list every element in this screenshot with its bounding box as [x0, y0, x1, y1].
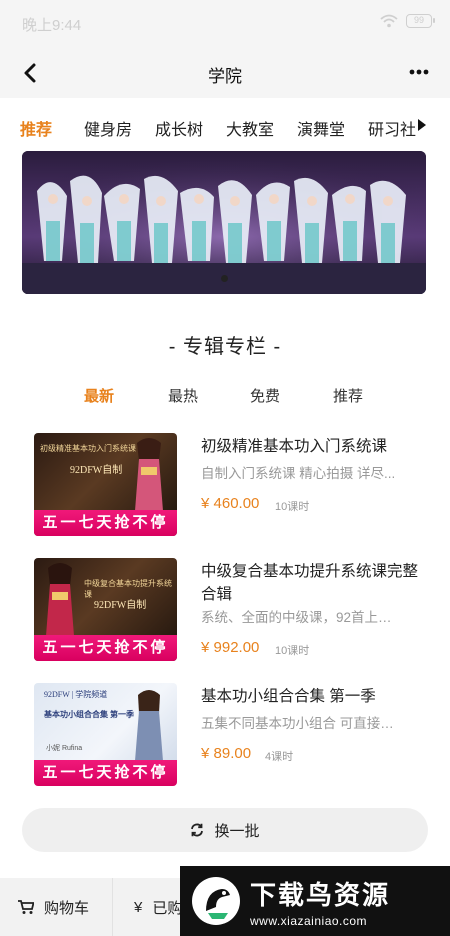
course-thumbnail: 92DFW | 学院频道 基本功小组合合集 第一季 小妮 Rufina 五一七天…	[34, 683, 177, 786]
status-icons: 99	[380, 14, 435, 28]
course-price: ¥ 89.00	[201, 745, 252, 762]
tab-study-club[interactable]: 研习社	[368, 116, 416, 140]
page-title: 学院	[208, 67, 242, 86]
course-title: 中级复合基本功提升系统课完整合辑	[201, 563, 419, 603]
tab-hottest[interactable]: 最热	[168, 385, 198, 406]
category-tabs: 推荐 健身房 成长树 大教室 演舞堂 研习社	[0, 98, 450, 152]
course-item[interactable]: 初级精准基本功入门系统课 92DFW自制 五一七天抢不停 初级精准基本功入门系统…	[34, 433, 434, 537]
section-title: - 专辑专栏 -	[168, 336, 282, 358]
nav-bar: 学院	[0, 48, 450, 98]
tab-gym[interactable]: 健身房	[84, 116, 132, 140]
wifi-icon	[380, 14, 398, 28]
course-description: 系统、全面的中级课，92首上尝...	[201, 610, 401, 625]
cart-icon	[18, 899, 34, 914]
tab-classroom[interactable]: 大教室	[226, 116, 274, 140]
carousel-indicator[interactable]	[221, 275, 228, 282]
banner-carousel[interactable]	[22, 151, 426, 294]
divider	[112, 878, 113, 936]
cart-button[interactable]: 购物车	[18, 878, 89, 936]
banner-image	[22, 151, 426, 294]
course-thumbnail: 中级复合基本功提升系统课 92DFW自制 五一七天抢不停	[34, 558, 177, 661]
tab-latest[interactable]: 最新	[84, 385, 114, 406]
status-bar: 晚上9:44 99	[0, 0, 450, 48]
course-price: ¥ 992.00	[201, 639, 260, 656]
watermark: 下载鸟资源 www.xiazainiao.com	[180, 866, 450, 936]
course-description: 五集不同基本功小组合 可直接教...	[201, 716, 401, 731]
battery-icon: 99	[406, 14, 435, 28]
purchased-button[interactable]: ¥ 已购	[134, 878, 182, 936]
yen-icon: ¥	[134, 898, 143, 916]
refresh-icon	[191, 823, 204, 837]
watermark-title: 下载鸟资源	[250, 880, 391, 911]
thumb-brand: 92DFW自制	[70, 465, 123, 476]
course-price: ¥ 460.00	[201, 495, 260, 512]
sort-tabs: 最新 最热 免费 推荐	[0, 385, 450, 409]
bird-logo-icon	[192, 877, 240, 925]
thumb-brand: 92DFW | 学院频道	[44, 690, 108, 699]
promo-band: 五一七天抢不停	[34, 760, 177, 786]
thumb-brand: 92DFW自制	[94, 600, 147, 611]
thumb-instructor: 小妮 Rufina	[46, 745, 83, 752]
course-lessons: 4课时	[265, 751, 294, 763]
more-icon[interactable]	[408, 62, 430, 82]
course-thumbnail: 初级精准基本功入门系统课 92DFW自制 五一七天抢不停	[34, 433, 177, 536]
promo-band: 五一七天抢不停	[34, 510, 177, 536]
promo-band: 五一七天抢不停	[34, 635, 177, 661]
course-description: 自制入门系统课 精心拍摄 详尽...	[201, 466, 396, 481]
course-title: 初级精准基本功入门系统课	[201, 438, 388, 455]
course-title: 基本功小组合合集 第一季	[201, 688, 376, 705]
caret-right-icon[interactable]	[417, 119, 427, 131]
watermark-text: 下载鸟资源 www.xiazainiao.com	[250, 875, 390, 928]
tab-performance-hall[interactable]: 演舞堂	[297, 116, 345, 140]
cart-label: 购物车	[44, 899, 90, 917]
tab-growth-tree[interactable]: 成长树	[155, 116, 203, 140]
course-item[interactable]: 中级复合基本功提升系统课 92DFW自制 五一七天抢不停 中级复合基本功提升系统…	[34, 558, 434, 662]
dancer-figure	[135, 690, 163, 761]
course-item[interactable]: 92DFW | 学院频道 基本功小组合合集 第一季 小妮 Rufina 五一七天…	[34, 683, 434, 787]
refresh-label: 换一批	[214, 822, 260, 840]
watermark-url: www.xiazainiao.com	[250, 913, 368, 928]
tab-featured[interactable]: 推荐	[333, 385, 363, 406]
dancer-figure	[135, 438, 163, 511]
purchased-label: 已购	[152, 899, 183, 917]
status-time: 晚上9:44	[22, 17, 82, 34]
dancer-figure	[46, 563, 74, 636]
refresh-button[interactable]: 换一批	[22, 808, 428, 852]
tab-recommend[interactable]: 推荐	[20, 116, 52, 140]
course-lessons: 10课时	[275, 645, 310, 657]
course-lessons: 10课时	[275, 501, 310, 513]
tab-free[interactable]: 免费	[250, 385, 280, 406]
thumb-caption: 初级精准基本功入门系统课	[40, 444, 136, 453]
